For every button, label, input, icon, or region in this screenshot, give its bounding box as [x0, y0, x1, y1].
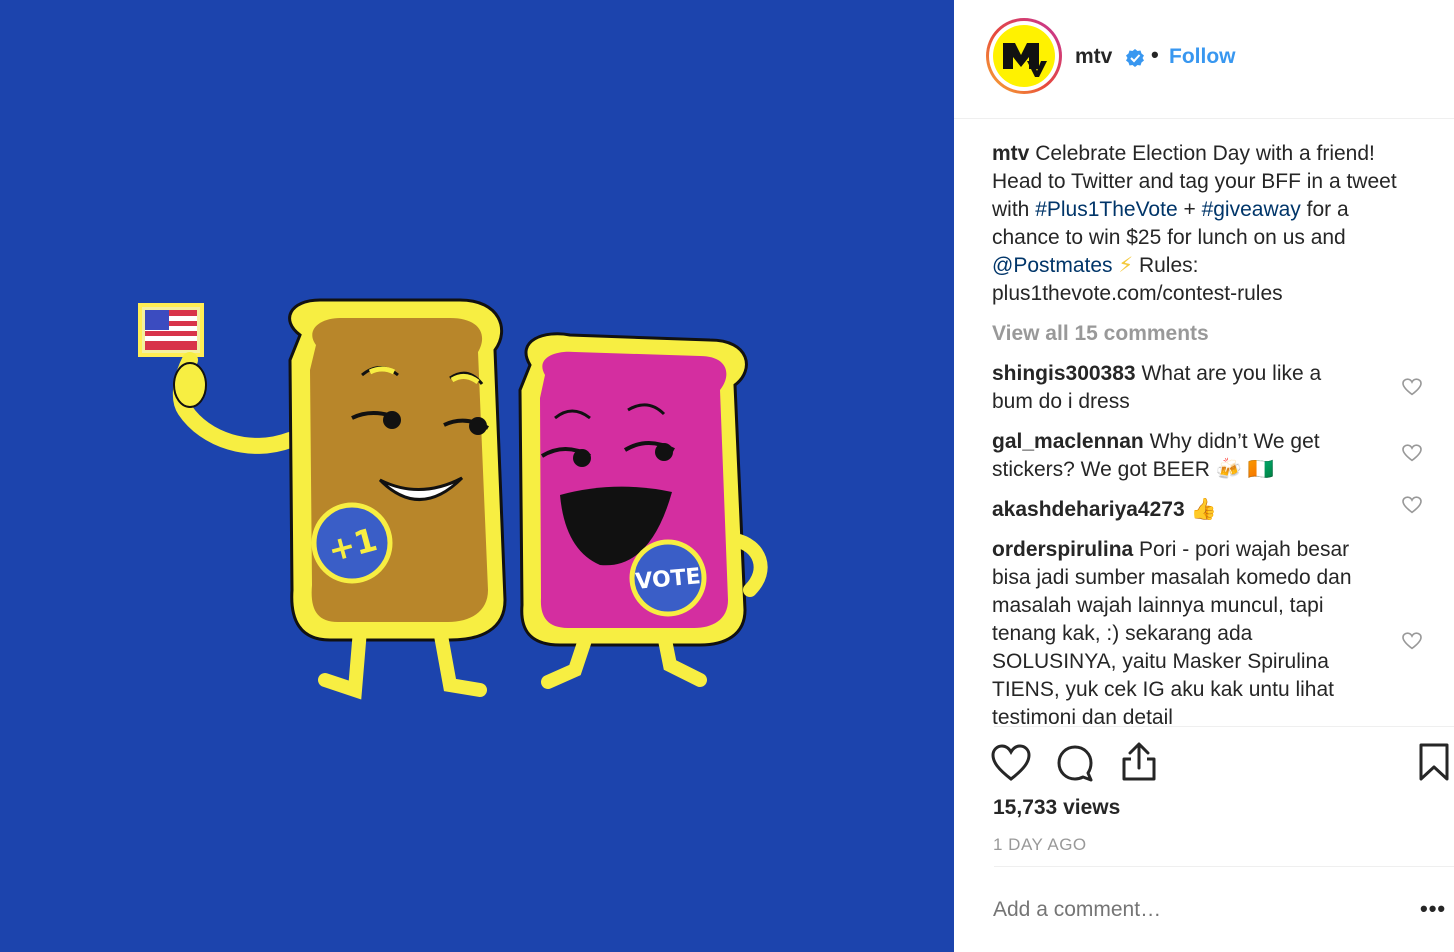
comment-text: Pori - pori wajah besar bisa jadi sumber…: [992, 538, 1352, 726]
heart-outline-icon[interactable]: [1402, 378, 1422, 396]
comment-username[interactable]: gal_maclennan: [992, 430, 1144, 453]
post-timestamp[interactable]: 1 DAY AGO: [993, 835, 1087, 855]
post-caption: mtv Celebrate Election Day with a friend…: [992, 140, 1417, 308]
divider: [994, 866, 1454, 867]
heart-outline-icon[interactable]: [1402, 496, 1422, 514]
share-icon[interactable]: [1120, 742, 1158, 782]
us-flag: [138, 303, 204, 357]
bookmark-icon[interactable]: [1418, 742, 1450, 782]
comments-section: mtv Celebrate Election Day with a friend…: [992, 140, 1422, 726]
view-all-comments-link[interactable]: View all 15 comments: [992, 320, 1422, 348]
comment-item: shingis300383 What are you like a bum do…: [992, 360, 1352, 416]
comment-icon[interactable]: [1056, 744, 1094, 782]
post-author-username[interactable]: mtv: [1075, 45, 1112, 69]
comment-item: orderspirulina Pori - pori wajah besar b…: [992, 536, 1352, 726]
pbj-illustration: +1 VOTE: [138, 298, 768, 700]
header-separator: •: [1151, 42, 1159, 67]
lightning-emoji: ⚡: [1118, 254, 1134, 277]
comment-username[interactable]: akashdehariya4273: [992, 498, 1185, 521]
comment-item: akashdehariya4273 👍: [992, 496, 1352, 524]
heart-outline-icon[interactable]: [1402, 632, 1422, 650]
hashtag-link[interactable]: #giveaway: [1202, 198, 1301, 221]
add-comment-input[interactable]: [993, 898, 1393, 922]
post-header: mtv • Follow: [954, 0, 1454, 119]
caption-username[interactable]: mtv: [992, 142, 1029, 165]
follow-button[interactable]: Follow: [1169, 45, 1236, 69]
comment-username[interactable]: orderspirulina: [992, 538, 1133, 561]
divider: [994, 726, 1454, 727]
like-icon[interactable]: [991, 744, 1031, 782]
view-count[interactable]: 15,733 views: [993, 796, 1120, 820]
mention-link[interactable]: @Postmates: [992, 254, 1113, 277]
verified-badge-icon: [1126, 49, 1144, 67]
comment-item: gal_maclennan Why didn’t We get stickers…: [992, 428, 1352, 484]
peanut-butter-toast: [288, 298, 507, 642]
mtv-logo-icon: [1003, 43, 1047, 77]
hashtag-link[interactable]: #Plus1TheVote: [1035, 198, 1177, 221]
heart-outline-icon[interactable]: [1402, 444, 1422, 462]
jelly-toast: [518, 332, 748, 647]
caption-plus: +: [1177, 198, 1202, 221]
comment-text: 👍: [1190, 498, 1217, 521]
post-media[interactable]: +1 VOTE: [0, 0, 954, 952]
more-options-button[interactable]: •••: [1420, 896, 1446, 922]
avatar[interactable]: [986, 18, 1062, 94]
comment-username[interactable]: shingis300383: [992, 362, 1136, 385]
